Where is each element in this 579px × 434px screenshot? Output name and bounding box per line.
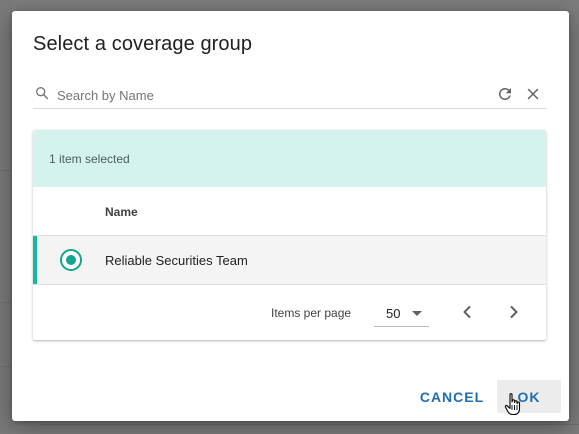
selected-row-indicator [33,236,37,284]
search-icon [36,87,49,100]
background-divider [40,424,579,425]
ok-button[interactable]: OK [497,380,561,413]
radio-selected-dot [66,255,76,265]
coverage-group-dialog: Select a coverage group 1 item selected … [12,11,569,421]
row-name-cell: Reliable Securities Team [105,253,248,268]
background-strip [0,0,12,434]
search-bar [33,83,547,109]
chevron-left-icon[interactable] [453,298,481,326]
background-divider [0,302,12,303]
row-radio-button[interactable] [60,249,82,271]
close-icon[interactable] [524,85,542,103]
column-header-name[interactable]: Name [105,205,138,219]
items-per-page-select[interactable]: 50 [374,299,429,327]
search-input[interactable] [57,83,477,107]
chevron-right-icon[interactable] [500,298,528,326]
background-divider [0,170,12,171]
cancel-button[interactable]: CANCEL [412,382,492,412]
selection-banner: 1 item selected [33,130,546,187]
dialog-title: Select a coverage group [33,33,253,55]
dropdown-arrow-icon [412,311,422,316]
items-per-page-value: 50 [386,306,401,321]
selection-count: 1 item selected [49,152,130,166]
background-divider [0,366,12,367]
items-per-page-label: Items per page [271,306,352,320]
refresh-icon[interactable] [496,85,514,103]
coverage-group-table: 1 item selected Name Reliable Securities… [33,130,546,340]
paginator: Items per page 50 [33,285,546,340]
table-header: Name [33,187,546,236]
table-row[interactable]: Reliable Securities Team [33,236,546,285]
